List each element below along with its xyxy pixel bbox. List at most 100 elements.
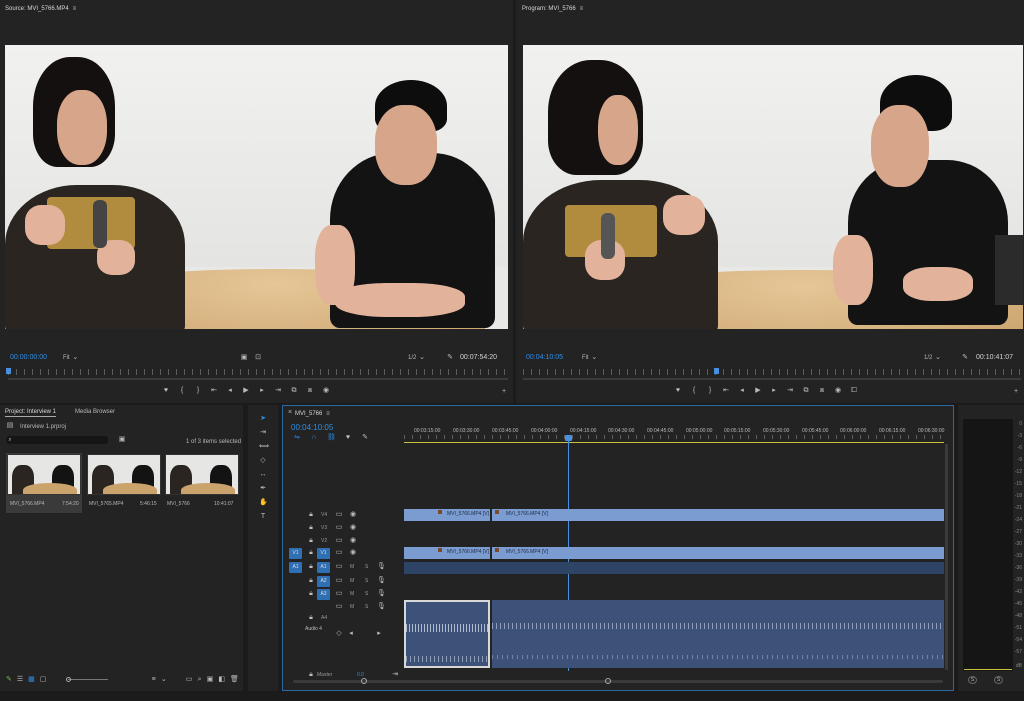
- track-target-v1[interactable]: V1: [317, 548, 330, 559]
- new-bin-icon[interactable]: ▣: [207, 676, 214, 684]
- insert-icon[interactable]: ⧉: [290, 387, 298, 395]
- overwrite-icon[interactable]: ⧈: [306, 387, 314, 395]
- keyframe-icon[interactable]: ◇: [335, 630, 343, 638]
- type-tool-icon[interactable]: T: [259, 513, 267, 521]
- timeline-timecode[interactable]: 00:04:10:05: [291, 423, 333, 432]
- play-icon[interactable]: ▶: [754, 387, 762, 395]
- track-target-a1[interactable]: A1: [317, 562, 330, 573]
- find-icon[interactable]: ⌕: [197, 676, 202, 684]
- vertical-scrollbar[interactable]: [945, 444, 948, 670]
- project-search-input[interactable]: ⌕: [6, 436, 108, 444]
- list-view-icon[interactable]: ☰: [17, 676, 23, 684]
- project-item[interactable]: MVI_5766.MP4 7:54:20: [6, 453, 82, 513]
- program-timecode[interactable]: 00:04:10:05: [526, 354, 563, 361]
- add-marker-icon[interactable]: ♥: [162, 387, 170, 395]
- camera-icon[interactable]: ◉: [834, 387, 842, 395]
- ripple-edit-icon[interactable]: ⟺: [259, 443, 269, 451]
- program-time-ruler[interactable]: [523, 369, 1021, 375]
- track-v4[interactable]: 🔒︎ V4 ▭ ◉: [283, 509, 404, 521]
- add-button-icon[interactable]: +: [1012, 388, 1020, 396]
- mark-in-icon[interactable]: {: [690, 387, 698, 395]
- timeline-scrollbar[interactable]: [293, 680, 943, 683]
- playhead-handle[interactable]: [565, 435, 572, 441]
- microphone-icon[interactable]: 🎙︎: [377, 603, 386, 611]
- source-monitor-title[interactable]: Source: MVI_5766.MP4 ≡: [5, 5, 78, 13]
- close-icon[interactable]: ×: [286, 409, 294, 417]
- clip-v4-b[interactable]: MVI_5766.MP4 [V]: [492, 509, 944, 521]
- film-icon[interactable]: ▭: [335, 590, 343, 598]
- timeline-tab[interactable]: MVI_5766 ≡: [295, 410, 332, 418]
- track-a4[interactable]: 🔒︎ A4 Audio 4 ◇ ◂ ▸: [283, 611, 404, 641]
- timeline-ruler[interactable]: 00:03:15:00 00:03:30:00 00:03:45:00 00:0…: [404, 426, 946, 440]
- lift-icon[interactable]: ⧉: [802, 387, 810, 395]
- solo-button[interactable]: S: [365, 564, 368, 570]
- selection-tool-icon[interactable]: ➤: [259, 415, 267, 423]
- mark-out-icon[interactable]: }: [706, 387, 714, 395]
- add-button-icon[interactable]: +: [500, 388, 508, 396]
- eye-icon[interactable]: ◉: [349, 511, 357, 519]
- track-a2[interactable]: 🔒︎ A2 ▭ M S 🎙︎: [283, 575, 404, 587]
- new-search-bin-icon[interactable]: ▣: [118, 436, 126, 444]
- project-item[interactable]: MVI_5766 10:41:07: [164, 453, 240, 513]
- solo-right-button[interactable]: S: [994, 676, 1003, 684]
- snap-icon[interactable]: ∩: [310, 434, 318, 442]
- add-marker-icon[interactable]: ♥: [344, 434, 352, 442]
- project-item[interactable]: MVI_5765.MP4 5:46:15: [86, 453, 162, 513]
- program-monitor-title[interactable]: Program: MVI_5766 ≡: [522, 5, 585, 13]
- microphone-icon[interactable]: 🎙︎: [377, 590, 386, 598]
- lock-icon[interactable]: 🔒︎: [307, 577, 315, 585]
- source-zoom-bar[interactable]: [8, 378, 508, 380]
- chevron-down-icon[interactable]: ⌄: [161, 676, 167, 684]
- step-forward-icon[interactable]: ▸: [770, 387, 778, 395]
- clip-a1[interactable]: [404, 562, 944, 574]
- track-a3[interactable]: 🔒︎ A3 ▭ M S 🎙︎: [283, 588, 404, 600]
- automate-icon[interactable]: ▭: [186, 676, 193, 684]
- wrench-icon[interactable]: ✎: [361, 434, 369, 442]
- lock-icon[interactable]: 🔒︎: [307, 671, 315, 679]
- source-fit-select[interactable]: Fit ⌄: [63, 354, 79, 362]
- film-icon[interactable]: ▭: [335, 524, 343, 532]
- go-to-out-icon[interactable]: ⇥: [274, 387, 282, 395]
- program-zoom-bar[interactable]: [523, 378, 1021, 380]
- wrench-icon[interactable]: ✎: [961, 354, 969, 362]
- new-item-icon[interactable]: ◧: [218, 676, 225, 684]
- hamburger-icon[interactable]: ≡: [577, 5, 585, 13]
- prev-keyframe-icon[interactable]: ◂: [347, 630, 355, 638]
- lock-icon[interactable]: 🔒︎: [307, 563, 315, 571]
- settings-icon[interactable]: ⊡: [254, 354, 262, 362]
- source-patch-v1[interactable]: V1: [289, 548, 302, 559]
- film-icon[interactable]: ▭: [335, 603, 343, 611]
- extract-icon[interactable]: ⧈: [818, 387, 826, 395]
- microphone-icon[interactable]: 🎙︎: [377, 563, 386, 571]
- lock-icon[interactable]: 🔒︎: [307, 524, 315, 532]
- film-icon[interactable]: ▭: [335, 563, 343, 571]
- film-icon[interactable]: ▭: [335, 549, 343, 557]
- timeline-scroll-handle-left[interactable]: [361, 678, 367, 684]
- sort-icon[interactable]: ≡: [151, 676, 156, 684]
- step-back-icon[interactable]: ◂: [738, 387, 746, 395]
- clip-a4-a[interactable]: [404, 600, 490, 668]
- lock-icon[interactable]: 🔒︎: [307, 590, 315, 598]
- film-icon[interactable]: ▭: [335, 537, 343, 545]
- program-playhead[interactable]: [714, 368, 719, 374]
- eye-icon[interactable]: ◉: [349, 524, 357, 532]
- mark-in-icon[interactable]: {: [178, 387, 186, 395]
- eye-icon[interactable]: ◉: [349, 537, 357, 545]
- track-v1[interactable]: V1 🔒︎ V1 ▭ ◉: [283, 547, 404, 560]
- eye-icon[interactable]: ◉: [349, 549, 357, 557]
- solo-left-button[interactable]: S: [968, 676, 977, 684]
- trash-icon[interactable]: 🗑: [230, 676, 239, 684]
- track-v3[interactable]: 🔒︎ V3 ▭ ◉: [283, 522, 404, 534]
- film-icon[interactable]: ▭: [335, 511, 343, 519]
- razor-icon[interactable]: ◇: [259, 457, 267, 465]
- clip-v1-b[interactable]: MVI_5766.MP4 [V]: [492, 547, 944, 559]
- lock-icon[interactable]: 🔒︎: [307, 614, 315, 622]
- clip-v1-a[interactable]: MVI_5766.MP4 [V]: [404, 547, 490, 559]
- pen-tool-icon[interactable]: ✒: [259, 485, 267, 493]
- tab-media-browser[interactable]: Media Browser: [75, 409, 115, 415]
- freeform-view-icon[interactable]: ▢: [40, 676, 47, 684]
- play-icon[interactable]: ▶: [242, 387, 250, 395]
- hamburger-icon[interactable]: ≡: [324, 410, 332, 418]
- zoom-slider-handle[interactable]: [66, 677, 71, 682]
- pencil-icon[interactable]: ✎: [6, 676, 12, 684]
